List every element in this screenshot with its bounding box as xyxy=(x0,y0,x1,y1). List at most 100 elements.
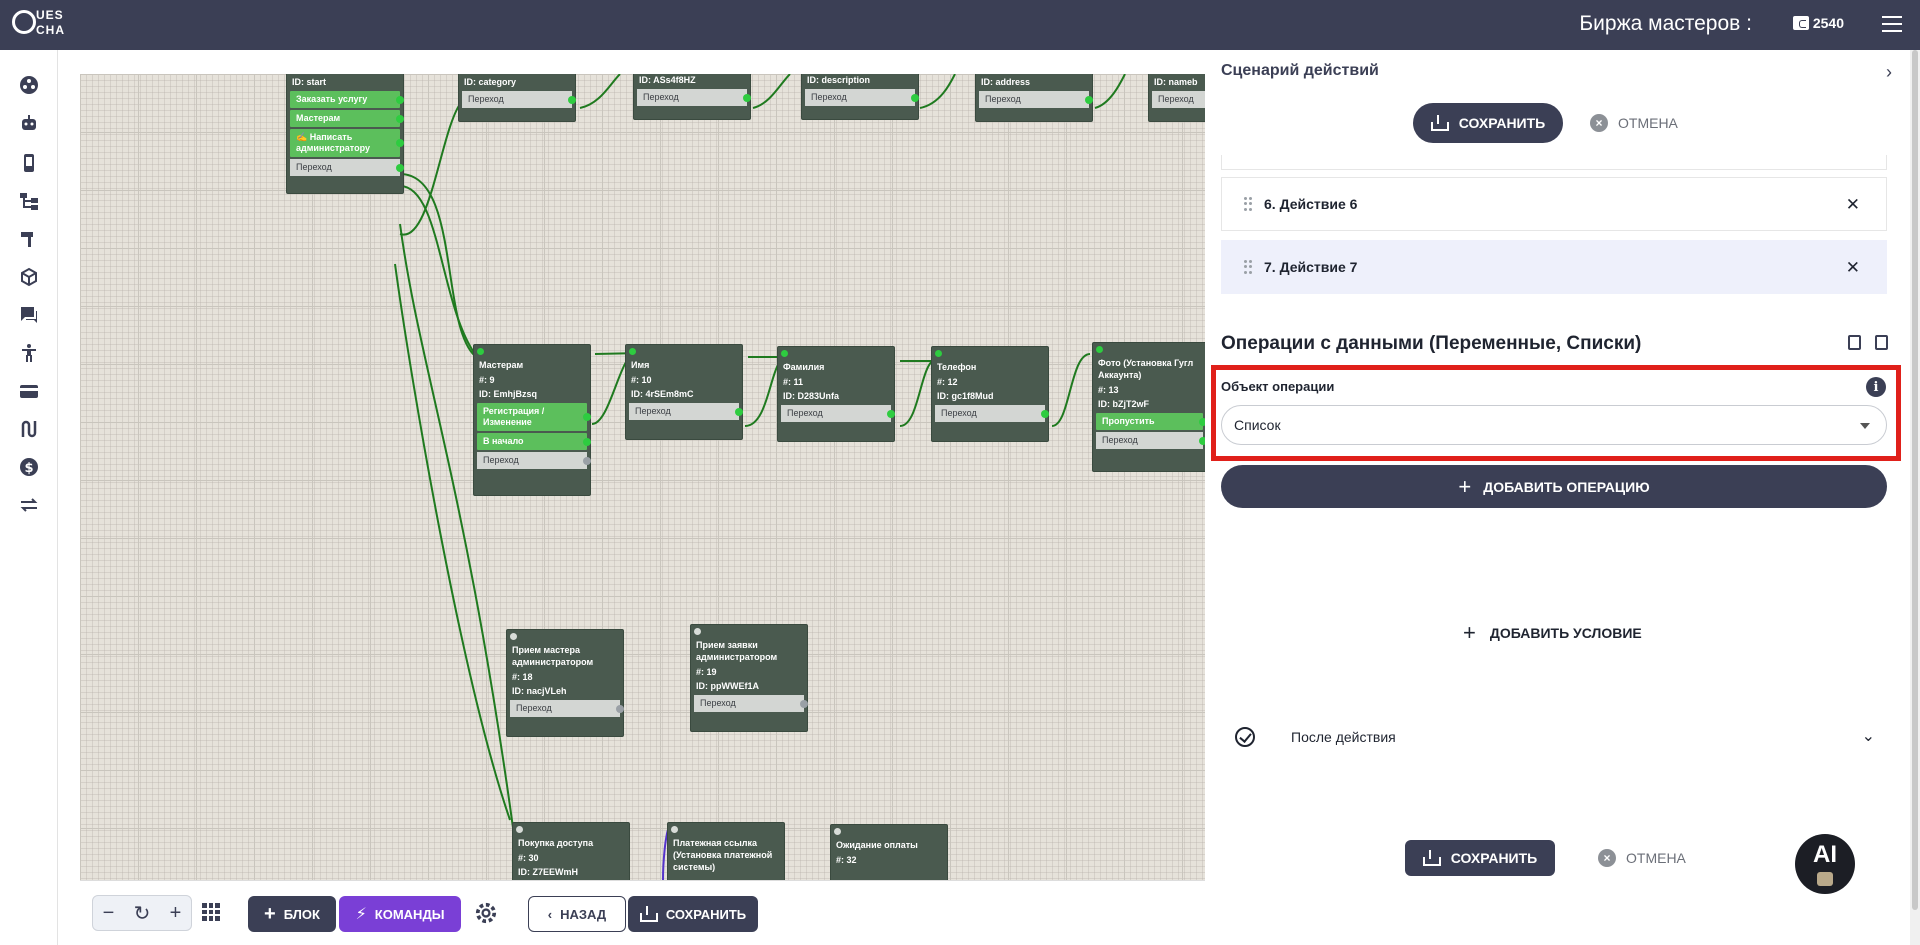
flow-canvas[interactable]: ID: start Заказать услугу Мастерам ✍️ На… xyxy=(80,74,1205,880)
drag-handle-icon[interactable] xyxy=(1244,197,1252,211)
input-dot[interactable] xyxy=(477,348,484,355)
action-item[interactable]: 6. Действие 6 ✕ xyxy=(1221,177,1887,231)
node-telefon[interactable]: Телефон #: 12 ID: gc1f8Mud Переход xyxy=(931,346,1049,442)
node-platezh[interactable]: Платежная ссылка (Установка платежной си… xyxy=(667,822,785,880)
route-icon[interactable] xyxy=(18,418,40,440)
node-transition[interactable]: Переход xyxy=(1096,432,1205,449)
logo[interactable]: UES CHA xyxy=(10,6,70,44)
ai-assistant-button[interactable]: AI xyxy=(1795,834,1855,894)
node-transition[interactable]: Переход xyxy=(462,91,576,108)
input-dot[interactable] xyxy=(834,828,841,835)
node-foto[interactable]: Фото (Установка Гугл Аккаунта) #: 13 ID:… xyxy=(1092,342,1205,472)
toolbar-save-button[interactable]: СОХРАНИТЬ xyxy=(628,896,758,932)
node-transition[interactable]: Переход xyxy=(935,405,1049,422)
menu-icon[interactable] xyxy=(1882,16,1902,32)
node-imya[interactable]: Имя #: 10 ID: 4rSEm8mC Переход xyxy=(625,344,743,440)
node-masters[interactable]: Мастерам #: 9 ID: EmhjBzsq Регистрация /… xyxy=(473,344,591,496)
connection-lines xyxy=(394,74,1126,880)
node-priem-zayavki[interactable]: Прием заявки администратором #: 19 ID: p… xyxy=(690,624,808,732)
node-number: #: 9 xyxy=(479,375,495,385)
robot-icon[interactable] xyxy=(18,112,40,134)
balance[interactable]: 2540 xyxy=(1792,15,1844,31)
person-icon[interactable] xyxy=(18,342,40,364)
info-icon[interactable]: i xyxy=(1866,377,1886,397)
node-transition[interactable]: Переход xyxy=(629,403,743,420)
phone-icon[interactable] xyxy=(18,152,40,174)
node-button[interactable]: Заказать услугу xyxy=(290,91,404,108)
commands-button[interactable]: ⚡ КОМАНДЫ xyxy=(339,896,461,932)
card-icon[interactable] xyxy=(18,380,40,402)
node-transition[interactable]: Переход xyxy=(694,695,808,712)
node-button[interactable]: Регистрация / Изменение xyxy=(477,403,591,431)
input-dot[interactable] xyxy=(671,826,678,833)
node-transition[interactable]: Переход xyxy=(1152,91,1205,108)
copy-icon[interactable] xyxy=(1848,335,1861,350)
chat-icon[interactable] xyxy=(18,304,40,326)
operation-object-select[interactable]: Список xyxy=(1221,405,1887,445)
add-block-button[interactable]: + БЛОК xyxy=(248,896,336,932)
reset-zoom-icon[interactable]: ↻ xyxy=(134,901,151,926)
settings-gear-icon[interactable] xyxy=(475,902,497,924)
zoom-out-icon[interactable]: − xyxy=(103,902,115,925)
after-action-accordion[interactable]: После действия ⌄ xyxy=(1235,722,1875,752)
action-item-selected[interactable]: 7. Действие 7 ✕ xyxy=(1221,240,1887,294)
add-operation-button[interactable]: + ДОБАВИТЬ ОПЕРАЦИЮ xyxy=(1221,465,1887,508)
swap-icon[interactable] xyxy=(18,494,40,516)
node-button[interactable]: Мастерам xyxy=(290,110,404,127)
node-pokupka[interactable]: Покупка доступа #: 30 ID: Z7EEWmH xyxy=(512,822,630,880)
remove-action-icon[interactable]: ✕ xyxy=(1846,258,1860,278)
node-button[interactable]: В начало xyxy=(477,433,591,450)
input-dot[interactable] xyxy=(694,628,701,635)
node-transition[interactable]: Переход xyxy=(290,159,404,176)
input-dot[interactable] xyxy=(1096,346,1103,353)
download-icon xyxy=(1430,115,1449,131)
panel-cancel-button[interactable]: × ОТМЕНА xyxy=(1590,103,1678,143)
node-familiya[interactable]: Фамилия #: 11 ID: D283Unfa Переход xyxy=(777,346,895,442)
zoom-in-icon[interactable]: + xyxy=(170,902,182,925)
node-transition[interactable]: Переход xyxy=(781,405,895,422)
input-dot[interactable] xyxy=(935,350,942,357)
back-button[interactable]: ‹ НАЗАД xyxy=(528,896,626,932)
panel-save-label: СОХРАНИТЬ xyxy=(1458,115,1546,131)
input-dot[interactable] xyxy=(629,348,636,355)
grid-icon[interactable] xyxy=(202,903,220,921)
paste-icon[interactable] xyxy=(1875,335,1888,350)
node-id: ID: address xyxy=(981,77,1031,87)
node-id: ID: nameb xyxy=(1154,77,1198,87)
node-transition[interactable]: Переход xyxy=(805,89,919,106)
bot-group-icon[interactable] xyxy=(18,74,40,96)
node-ozhidanie[interactable]: Ожидание оплаты #: 32 xyxy=(830,824,948,880)
remove-action-icon[interactable]: ✕ xyxy=(1846,195,1860,215)
node-category[interactable]: ID: category Переход xyxy=(458,74,576,122)
scrollbar[interactable] xyxy=(1910,50,1920,945)
node-transition[interactable]: Переход xyxy=(979,91,1093,108)
hammer-icon[interactable] xyxy=(18,228,40,250)
cube-icon[interactable] xyxy=(18,266,40,288)
bottom-save-button[interactable]: СОХРАНИТЬ xyxy=(1405,840,1555,876)
node-nameb[interactable]: ID: nameb Переход xyxy=(1148,74,1205,122)
node-description[interactable]: ID: description Переход xyxy=(801,74,919,120)
hierarchy-icon[interactable] xyxy=(18,190,40,212)
input-dot[interactable] xyxy=(510,633,517,640)
node-address[interactable]: ID: address Переход xyxy=(975,74,1093,122)
node-button[interactable]: ✍️ Написать администратору xyxy=(290,129,404,157)
bottom-cancel-button[interactable]: × ОТМЕНА xyxy=(1598,838,1686,878)
input-dot[interactable] xyxy=(781,350,788,357)
chevron-right-icon[interactable]: › xyxy=(1886,62,1892,83)
node-transition[interactable]: Переход xyxy=(477,452,591,469)
node-transition[interactable]: Переход xyxy=(637,89,751,106)
input-dot[interactable] xyxy=(516,826,523,833)
node-id: ID: EmhjBzsq xyxy=(479,389,538,399)
dollar-icon[interactable]: $ xyxy=(18,456,40,478)
drag-handle-icon[interactable] xyxy=(1244,260,1252,274)
node-title: Мастерам xyxy=(479,360,524,370)
node-id: ID: ASs4f8HZ xyxy=(639,75,696,85)
node-priem-mastera[interactable]: Прием мастера администратором #: 18 ID: … xyxy=(506,629,624,737)
node-title: Ожидание оплаты xyxy=(836,840,918,850)
node-transition[interactable]: Переход xyxy=(510,700,624,717)
add-condition-button[interactable]: + ДОБАВИТЬ УСЛОВИЕ xyxy=(1463,622,1642,644)
node-name[interactable]: ID: ASs4f8HZ Переход xyxy=(633,74,751,120)
panel-save-button[interactable]: СОХРАНИТЬ xyxy=(1413,103,1563,143)
node-button[interactable]: Пропустить xyxy=(1096,413,1205,430)
node-start[interactable]: ID: start Заказать услугу Мастерам ✍️ На… xyxy=(286,74,404,194)
